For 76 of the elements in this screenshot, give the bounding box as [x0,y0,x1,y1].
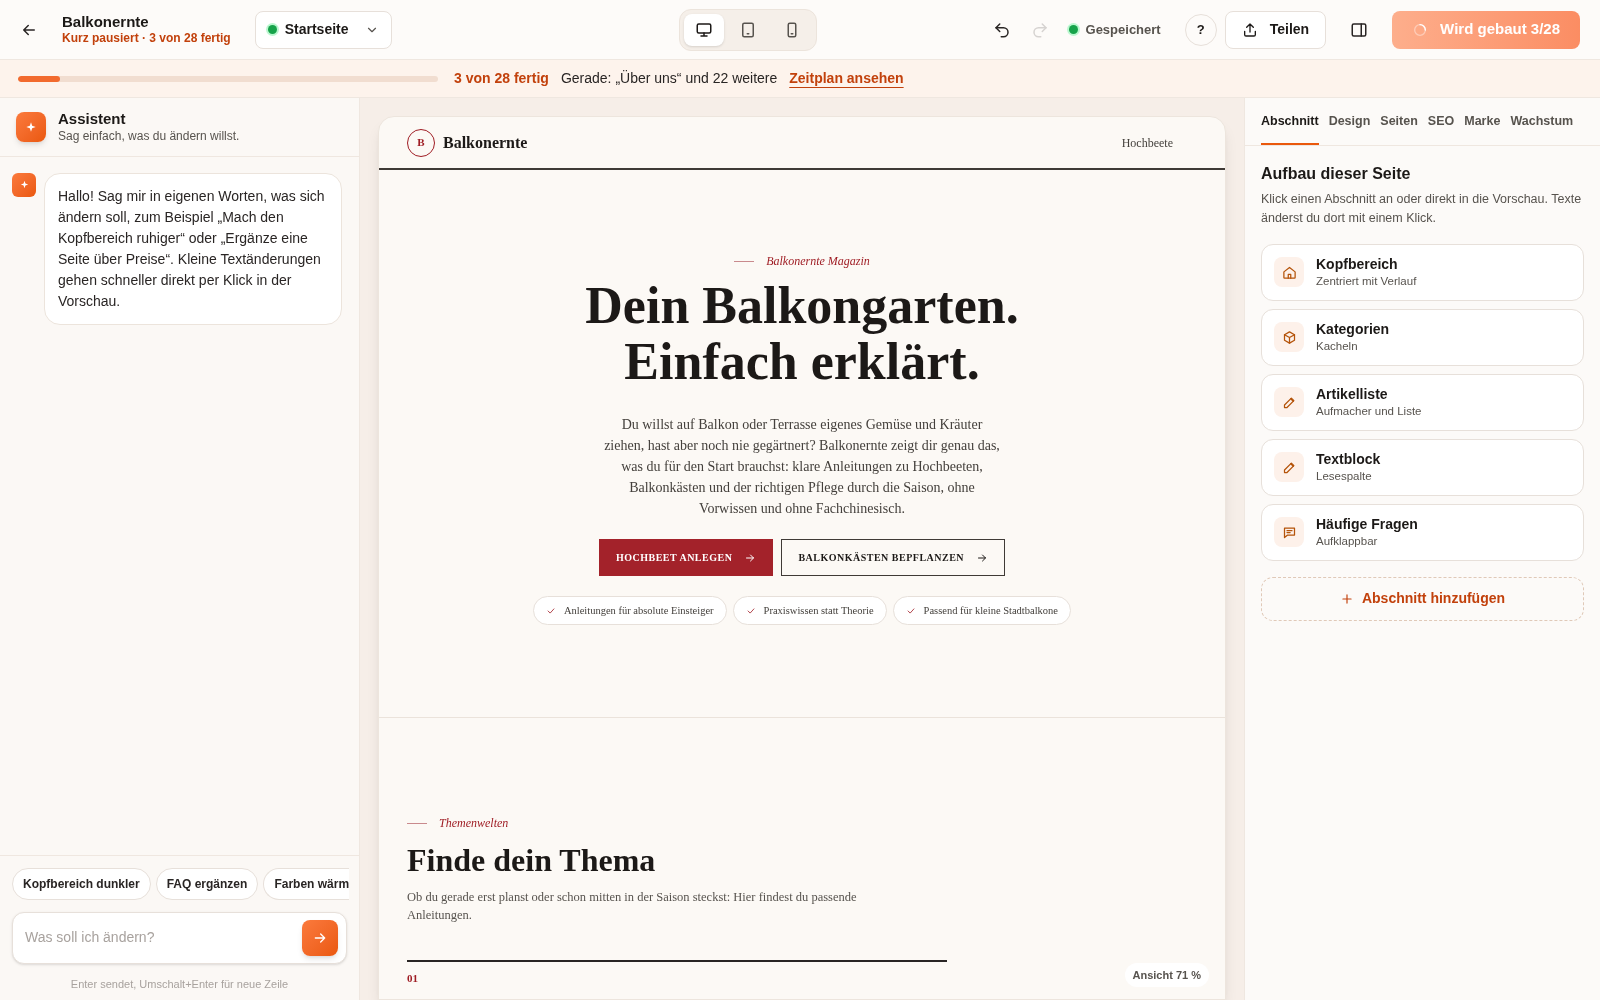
checkmark-icon [545,605,556,616]
assistant-subtitle: Sag einfach, was du ändern willst. [58,128,240,144]
feature-pill: Praxiswissen statt Theorie [732,596,887,625]
add-section-button[interactable]: Abschnitt hinzufügen [1261,576,1584,621]
section-card[interactable]: Kategorien Kacheln [1261,308,1584,366]
site-brand: Balkonernte [443,132,528,153]
section-title: Finde dein Thema [407,841,657,880]
inspector-description: Klick einen Abschnitt an oder direkt in die Vorschau. Texte änderst du dort mit einem Klick. [1261,190,1583,227]
feature-pill: Anleitungen für absolute Einsteiger [532,596,727,625]
section-name: Textblock [1316,451,1381,469]
chat-message: Hallo! Sag mir in eigenen Worten, was sich ändern soll, zum Beispiel „Mach den Kopfbereich ruhiger“ oder „Ergänze eine Seite über Preise“. Kleine Textänderungen gehen schneller direkt per Klick in der Vorschau. [44,172,342,325]
message-input[interactable]: Was soll ich ändern? [25,927,302,948]
cta-button[interactable]: HOCHBEET ANLEGEN [598,539,774,576]
progress-current: Gerade: „Über uns“ und 22 weitere [560,69,778,88]
feature-pill: Passend für kleine Stadtbalkone [892,596,1072,625]
inspector-tab[interactable]: Seiten [1380,112,1418,145]
cube-icon [1281,329,1297,345]
suggestion-chip[interactable]: Farben wärm [263,867,350,900]
section-detail: Zentriert mit Verlauf [1316,273,1417,289]
section-text: Ob du gerade erst planst oder schon mitten in der Saison steckst: Hier findest du passende Anleitungen. [407,889,858,924]
project-status: Kurz pausiert · 3 von 28 fertig [62,31,231,47]
pencil-icon [1281,394,1297,410]
arrow-right-icon [976,551,989,564]
inspector-tab[interactable]: Marke [1464,112,1501,145]
monitor-icon [694,20,713,39]
section-card[interactable]: Artikelliste Aufmacher und Liste [1261,373,1584,431]
inspector-title: Aufbau dieser Seite [1261,163,1412,184]
inspector-tab[interactable]: Wachstum [1510,112,1574,145]
inspector-tab[interactable]: Design [1328,112,1371,145]
hero-eyebrow: Balkonernte Magazin [766,253,870,270]
section-detail: Aufklappbar [1316,533,1379,549]
desktop-view-button[interactable] [683,13,724,46]
section-card[interactable]: Kopfbereich Zentriert mit Verlauf [1261,243,1584,301]
house-icon [1281,264,1297,280]
hero-headline: Dein Balkongarten. [585,278,1019,334]
progress-count: 3 von 28 fertig [454,69,549,88]
item-number: 01 [407,972,418,984]
sparkle-icon [18,179,30,191]
suggestion-chip[interactable]: FAQ ergänzen [155,867,259,900]
upload-icon [1241,21,1258,38]
spinner-icon [1412,21,1429,38]
checkmark-icon [905,605,916,616]
hero-intro: Du willst auf Balkon oder Terrasse eigenes Gemüse und Kräuter ziehen, hast aber noch nie gegärtnert? Balkonernte zeigt dir genau das, was du für den Start brauchst: klare Anleitungen zu Hochbeeten, Balkonkästen und der richtigen Pflege durch die Saison, ohne Vorwissen und ohne Fachchinesisch. [603,416,1001,518]
schedule-link[interactable]: Zeitplan ansehen [789,68,904,89]
project-title: Balkonernte [62,12,150,32]
hero-headline: Einfach erklärt. [624,334,980,390]
section-name: Kategorien [1316,321,1390,339]
sidebar-toggle-icon[interactable] [1350,20,1369,39]
checkmark-icon [745,605,756,616]
page-select[interactable]: Startseite [254,10,392,49]
chat-bubble-icon [1281,524,1297,540]
nav-link[interactable]: Hochbeete [1121,133,1173,152]
zoom-badge: Ansicht 71 % [1124,963,1209,987]
send-button[interactable] [302,919,338,956]
undo-icon[interactable] [992,20,1011,39]
plus-icon [1339,591,1354,606]
section-eyebrow: Themenwelten [439,815,509,832]
inspector-tab[interactable]: Abschnitt [1261,112,1319,145]
section-detail: Aufmacher und Liste [1316,403,1422,419]
assistant-title: Assistent [58,110,127,129]
section-name: Artikelliste [1316,386,1389,404]
pencil-icon [1281,459,1297,475]
section-detail: Kacheln [1316,338,1359,354]
section-card[interactable]: Textblock Lesespalte [1261,438,1584,496]
section-name: Kopfbereich [1316,256,1399,274]
section-card[interactable]: Häufige Fragen Aufklappbar [1261,503,1584,561]
message-field[interactable]: Was soll ich ändern? [12,911,347,964]
cta-button[interactable]: BALKONKÄSTEN BEPFLANZEN [781,539,1006,576]
inspector-tab[interactable]: SEO [1427,112,1455,145]
share-button[interactable]: Teilen [1224,10,1327,49]
input-hint: Enter sendet, Umschalt+Enter für neue Zeile [69,976,290,992]
suggestion-chip[interactable]: Kopfbereich dunkler [12,867,151,900]
section-detail: Lesespalte [1316,468,1373,484]
section-name: Häufige Fragen [1316,516,1418,534]
arrow-right-icon [744,551,757,564]
save-status: Gespeichert [1085,20,1161,39]
